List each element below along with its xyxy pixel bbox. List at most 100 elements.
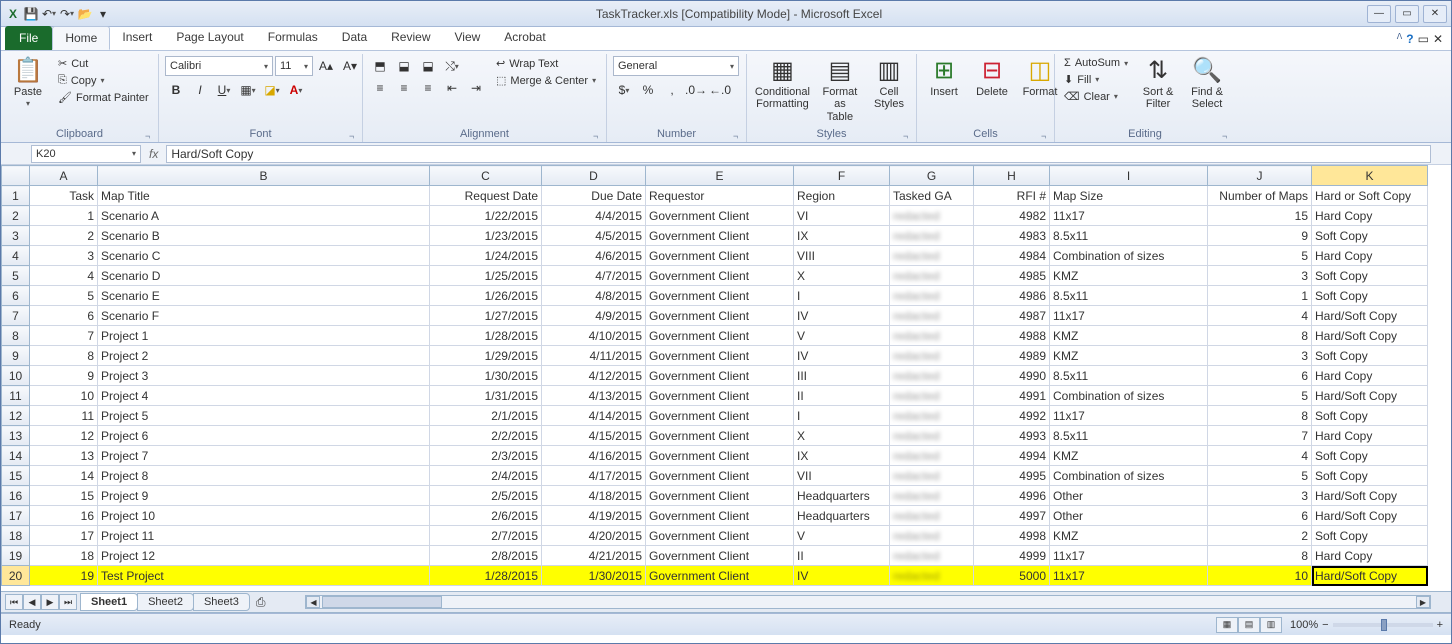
cell-C5[interactable]: 1/25/2015 [430,266,542,286]
copy-button[interactable]: ⎘Copy▾ [55,73,152,88]
row-header-4[interactable]: 4 [2,246,30,266]
col-header-K[interactable]: K [1312,166,1428,186]
paste-button[interactable]: 📋Paste▾ [7,56,49,111]
cell-I8[interactable]: KMZ [1050,326,1208,346]
cell-K10[interactable]: Hard Copy [1312,366,1428,386]
cell-B7[interactable]: Scenario F [98,306,430,326]
cell-D10[interactable]: 4/12/2015 [542,366,646,386]
sheet-nav-first-icon[interactable]: ⏮ [5,594,23,610]
cell-C20[interactable]: 1/28/2015 [430,566,542,586]
cell-K13[interactable]: Hard Copy [1312,426,1428,446]
tab-view[interactable]: View [443,26,493,50]
cell-F15[interactable]: VII [794,466,890,486]
cell-H9[interactable]: 4989 [974,346,1050,366]
cell-I20[interactable]: 11x17 [1050,566,1208,586]
row-header-12[interactable]: 12 [2,406,30,426]
cell-I3[interactable]: 8.5x11 [1050,226,1208,246]
align-left-icon[interactable]: ≡ [369,78,391,98]
cell-G1[interactable]: Tasked GA [890,186,974,206]
zoom-slider[interactable] [1333,623,1433,627]
row-header-18[interactable]: 18 [2,526,30,546]
row-header-14[interactable]: 14 [2,446,30,466]
cell-I14[interactable]: KMZ [1050,446,1208,466]
fill-color-button[interactable]: ◪▾ [261,80,283,100]
fill-button[interactable]: ⬇Fill▾ [1061,72,1131,87]
wrap-text-button[interactable]: ↩Wrap Text [493,56,599,71]
ribbon-minimize-icon[interactable]: ᐱ [1397,32,1402,41]
cell-E19[interactable]: Government Client [646,546,794,566]
normal-view-icon[interactable]: ▦ [1216,617,1238,633]
percent-icon[interactable]: % [637,80,659,100]
cell-G11[interactable]: redacted [890,386,974,406]
cell-E2[interactable]: Government Client [646,206,794,226]
cell-G16[interactable]: redacted [890,486,974,506]
row-header-1[interactable]: 1 [2,186,30,206]
sheet-nav-next-icon[interactable]: ▶ [41,594,59,610]
cell-C4[interactable]: 1/24/2015 [430,246,542,266]
format-as-table-button[interactable]: ▤Format as Table [818,56,862,125]
cell-K3[interactable]: Soft Copy [1312,226,1428,246]
cell-I16[interactable]: Other [1050,486,1208,506]
horizontal-scrollbar[interactable]: ◀ ▶ [305,595,1431,609]
cell-B2[interactable]: Scenario A [98,206,430,226]
cell-K5[interactable]: Soft Copy [1312,266,1428,286]
decrease-decimal-icon[interactable]: ←.0 [709,80,731,100]
cell-H3[interactable]: 4983 [974,226,1050,246]
cell-A18[interactable]: 17 [30,526,98,546]
cell-D15[interactable]: 4/17/2015 [542,466,646,486]
cell-D5[interactable]: 4/7/2015 [542,266,646,286]
cell-C12[interactable]: 2/1/2015 [430,406,542,426]
cell-H2[interactable]: 4982 [974,206,1050,226]
cell-C1[interactable]: Request Date [430,186,542,206]
cell-J9[interactable]: 3 [1208,346,1312,366]
cell-K16[interactable]: Hard/Soft Copy [1312,486,1428,506]
cell-I17[interactable]: Other [1050,506,1208,526]
orientation-icon[interactable]: ⤭▾ [441,56,463,76]
file-tab[interactable]: File [5,26,52,50]
cell-C19[interactable]: 2/8/2015 [430,546,542,566]
cell-I11[interactable]: Combination of sizes [1050,386,1208,406]
cell-C15[interactable]: 2/4/2015 [430,466,542,486]
sheet-nav-last-icon[interactable]: ⏭ [59,594,77,610]
col-header-E[interactable]: E [646,166,794,186]
underline-button[interactable]: U▾ [213,80,235,100]
cell-B13[interactable]: Project 6 [98,426,430,446]
formula-bar[interactable]: Hard/Soft Copy [166,145,1431,163]
cell-B5[interactable]: Scenario D [98,266,430,286]
shrink-font-icon[interactable]: A▾ [339,56,361,76]
row-header-11[interactable]: 11 [2,386,30,406]
sheet-tab-sheet2[interactable]: Sheet2 [137,593,194,611]
cell-K9[interactable]: Soft Copy [1312,346,1428,366]
cell-C16[interactable]: 2/5/2015 [430,486,542,506]
cell-H8[interactable]: 4988 [974,326,1050,346]
cell-C14[interactable]: 2/3/2015 [430,446,542,466]
cell-J13[interactable]: 7 [1208,426,1312,446]
row-header-16[interactable]: 16 [2,486,30,506]
align-right-icon[interactable]: ≡ [417,78,439,98]
cell-F4[interactable]: VIII [794,246,890,266]
cell-F12[interactable]: I [794,406,890,426]
cut-button[interactable]: ✂Cut [55,56,152,71]
cell-B11[interactable]: Project 4 [98,386,430,406]
cell-E20[interactable]: Government Client [646,566,794,586]
cell-F6[interactable]: I [794,286,890,306]
cell-E13[interactable]: Government Client [646,426,794,446]
zoom-out-icon[interactable]: − [1322,619,1328,631]
comma-icon[interactable]: , [661,80,683,100]
cell-D11[interactable]: 4/13/2015 [542,386,646,406]
tab-review[interactable]: Review [379,26,442,50]
cell-A16[interactable]: 15 [30,486,98,506]
cell-K6[interactable]: Soft Copy [1312,286,1428,306]
row-header-9[interactable]: 9 [2,346,30,366]
cell-F10[interactable]: III [794,366,890,386]
cell-J5[interactable]: 3 [1208,266,1312,286]
cell-D20[interactable]: 1/30/2015 [542,566,646,586]
cell-B15[interactable]: Project 8 [98,466,430,486]
row-header-8[interactable]: 8 [2,326,30,346]
cell-D4[interactable]: 4/6/2015 [542,246,646,266]
tab-data[interactable]: Data [330,26,379,50]
col-header-B[interactable]: B [98,166,430,186]
cell-D13[interactable]: 4/15/2015 [542,426,646,446]
minimize-button[interactable]: — [1367,5,1391,23]
cell-K18[interactable]: Soft Copy [1312,526,1428,546]
